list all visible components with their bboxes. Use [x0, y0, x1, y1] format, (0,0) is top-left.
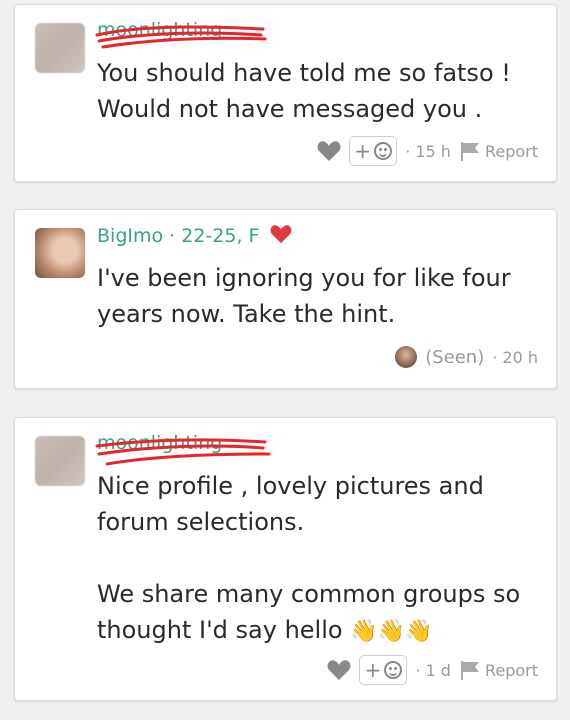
react-button[interactable]: + — [359, 655, 408, 685]
avatar[interactable] — [35, 228, 85, 278]
message-card: moonlighting You should have told me so … — [14, 4, 557, 182]
timestamp: · 20 h — [492, 347, 538, 367]
heart-icon[interactable] — [317, 140, 341, 162]
message-text: I've been ignoring you for like four yea… — [97, 264, 511, 328]
message-footer: + · 15 h Report — [317, 136, 538, 166]
sender-line: BigImo · 22-25, F — [97, 224, 292, 247]
report-button[interactable]: Report — [459, 660, 538, 680]
react-button[interactable]: + — [349, 136, 398, 166]
flag-icon — [460, 661, 479, 680]
timestamp: · 1 d — [415, 660, 451, 680]
message-card: BigImo · 22-25, F I've been ignoring you… — [14, 209, 557, 389]
message-text: Nice profile , lovely pictures and forum… — [97, 472, 521, 644]
avatar — [395, 346, 418, 368]
waving-hand-emoji: 👋👋👋 — [350, 619, 433, 644]
redaction-scribble — [95, 438, 271, 466]
heart-icon[interactable] — [327, 659, 351, 681]
message-footer: (Seen) · 20 h — [395, 346, 538, 368]
timestamp: · 15 h — [405, 141, 451, 161]
sender-name[interactable]: BigImo — [97, 225, 163, 247]
sender-meta: · 22-25, F — [169, 225, 260, 247]
message-footer: + · 1 d Report — [327, 655, 538, 685]
redaction-scribble — [95, 25, 267, 49]
report-button[interactable]: Report — [459, 141, 538, 161]
heart-icon[interactable] — [270, 224, 292, 244]
avatar[interactable] — [35, 436, 85, 486]
avatar[interactable] — [35, 23, 85, 73]
smiley-icon — [374, 142, 393, 160]
message-text: You should have told me so fatso ! Would… — [97, 59, 511, 123]
smiley-icon — [384, 661, 403, 679]
seen-status: (Seen) — [425, 346, 485, 368]
flag-icon — [460, 142, 479, 161]
message-card: moonlighting Nice profile , lovely pictu… — [14, 417, 557, 701]
